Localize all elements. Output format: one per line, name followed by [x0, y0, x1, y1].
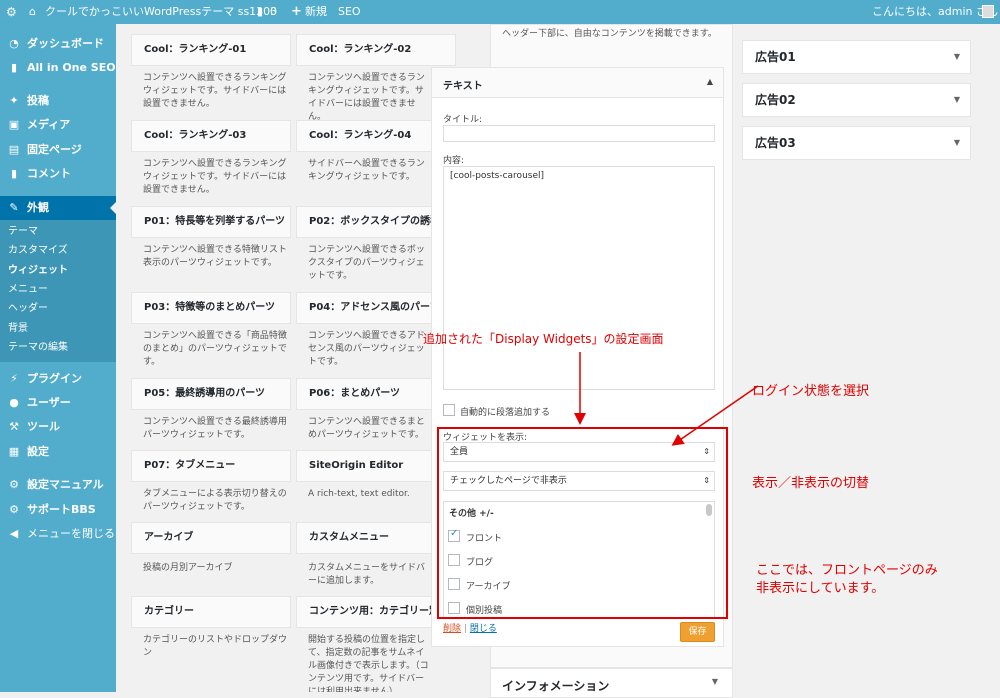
annotation-toggle: 表示／非表示の切替 [752, 476, 870, 491]
annotation-login-state: ログイン状態を選択 [752, 384, 870, 399]
annotation-note-line2: 非表示にしています。 [756, 581, 885, 596]
annotation-note-line1: ここでは、フロントページのみ [756, 563, 938, 578]
arrow-to-login-select [671, 385, 759, 446]
annotation-settings-screen: 追加された「Display Widgets」の設定画面 [423, 332, 664, 346]
